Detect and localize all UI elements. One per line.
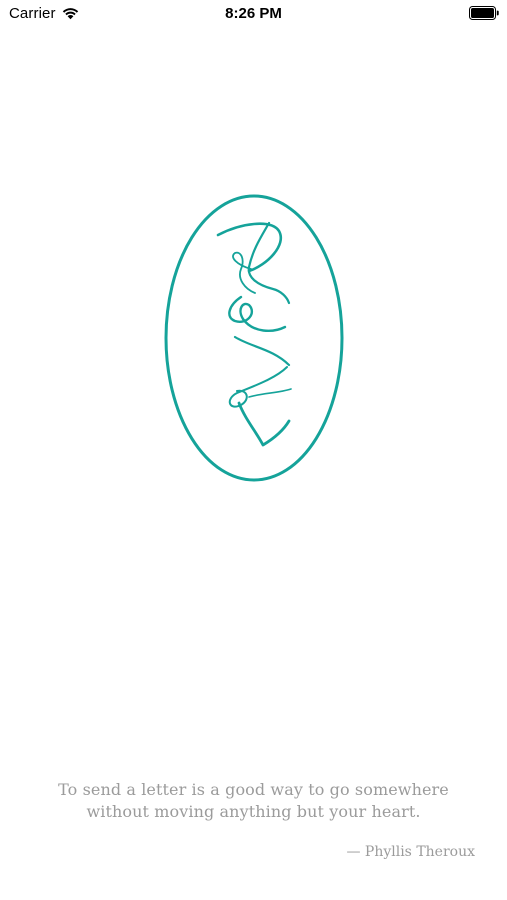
- monogram-oval-logo: [164, 194, 344, 482]
- logo-oval: [164, 194, 344, 482]
- quote-line-1: To send a letter is a good way to go som…: [58, 780, 449, 799]
- status-bar: Carrier 8:26 PM: [0, 0, 507, 28]
- quote-attribution: — Phyllis Theroux: [346, 844, 475, 860]
- logo-monogram-strokes: [216, 221, 292, 447]
- quote-text: To send a letter is a good way to go som…: [0, 779, 507, 823]
- battery-icon: [469, 6, 499, 20]
- quote-line-2: without moving anything but your heart.: [86, 802, 421, 821]
- status-time: 8:26 PM: [225, 5, 282, 22]
